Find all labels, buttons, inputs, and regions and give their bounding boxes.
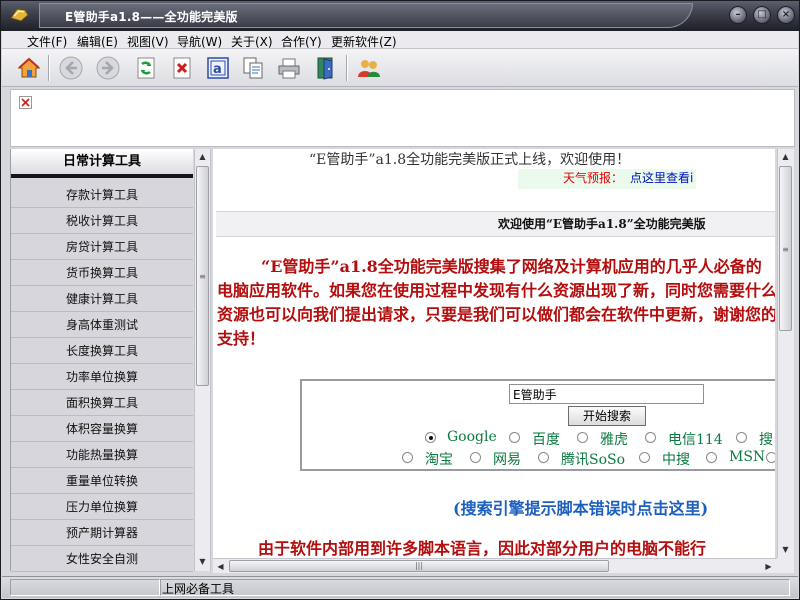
banner-area [10, 89, 795, 147]
toolbar-separator [346, 55, 348, 81]
scroll-up-icon[interactable]: ▲ [778, 149, 793, 164]
sidebar-scrollbar[interactable]: ▲ ≡ ▼ [194, 149, 211, 571]
content-vertical-scrollbar[interactable]: ▲ ≡ ▼ [777, 149, 794, 558]
content-panel: “E管助手”a1.8全功能完美版正式上线，欢迎使用！ 天气预报： 点这里查看i … [213, 149, 775, 558]
scroll-corner [777, 558, 794, 573]
app-logo-icon[interactable] [9, 6, 29, 24]
radio-soso[interactable] [538, 452, 549, 463]
sidebar-item-safety[interactable]: 女性安全自测 [11, 546, 193, 572]
menu-update[interactable]: 更新软件(Z) [331, 33, 397, 50]
scroll-down-icon[interactable]: ▼ [778, 542, 793, 557]
engine-label: 电信114 [668, 432, 723, 448]
sidebar: 日常计算工具 存款计算工具 税收计算工具 房贷计算工具 货币换算工具 健康计算工… [10, 149, 193, 572]
radio-taobao[interactable] [402, 452, 413, 463]
content-scroll-thumb[interactable]: ≡ [779, 166, 792, 331]
exit-icon[interactable] [313, 55, 339, 81]
refresh-icon[interactable] [133, 55, 159, 81]
welcome-message: “E管助手”a1.8全功能完美版正式上线，欢迎使用！ [309, 152, 631, 168]
sidebar-item-weight[interactable]: 重量单位转换 [11, 468, 193, 494]
sidebar-scroll-thumb[interactable]: ≡ [196, 166, 209, 386]
radio-msn[interactable] [706, 452, 717, 463]
sidebar-item-power[interactable]: 功率单位换算 [11, 364, 193, 390]
sidebar-item-deposit[interactable]: 存款计算工具 [11, 182, 193, 208]
sidebar-item-height-weight[interactable]: 身高体重测试 [11, 312, 193, 338]
sidebar-item-health[interactable]: 健康计算工具 [11, 286, 193, 312]
stop-icon[interactable] [169, 55, 195, 81]
engine-label: 中搜 [662, 452, 690, 468]
horizontal-scroll-thumb[interactable]: ||| [229, 560, 609, 572]
engine-label: 腾讯SoSo [561, 452, 626, 468]
scroll-right-icon[interactable]: ▶ [761, 559, 776, 574]
menu-view[interactable]: 视图(V) [127, 33, 169, 50]
scroll-left-icon[interactable]: ◀ [213, 559, 228, 574]
search-button[interactable]: 开始搜索 [568, 406, 646, 426]
sidebar-item-tax[interactable]: 税收计算工具 [11, 208, 193, 234]
weather-link[interactable]: 点这里查看i [630, 169, 693, 187]
radio-zhongsou[interactable] [639, 452, 650, 463]
banner-close-icon[interactable] [19, 96, 32, 109]
back-icon[interactable] [58, 55, 84, 81]
sidebar-item-heat[interactable]: 功能热量换算 [11, 442, 193, 468]
forward-icon[interactable] [95, 55, 121, 81]
toolbar: a [2, 49, 798, 87]
engine-label: 淘宝 [425, 452, 453, 468]
content-horizontal-scrollbar[interactable]: ◀ ||| ▶ [213, 558, 777, 573]
sidebar-item-length[interactable]: 长度换算工具 [11, 338, 193, 364]
print-icon[interactable] [276, 55, 302, 81]
menu-navigate[interactable]: 导航(W) [177, 33, 222, 50]
section-title: 欢迎使用“E管助手a1.8”全功能完美版 [216, 211, 775, 237]
radio-sou[interactable] [736, 432, 747, 443]
weather-label: 天气预报： [563, 171, 624, 185]
toolbar-separator [48, 55, 50, 81]
engine-label: 网易 [493, 452, 521, 468]
sidebar-header[interactable]: 日常计算工具 [11, 149, 193, 178]
scroll-up-icon[interactable]: ▲ [195, 149, 210, 164]
menu-about[interactable]: 关于(X) [231, 33, 273, 50]
menu-cooperate[interactable]: 合作(Y) [281, 33, 322, 50]
address-icon[interactable]: a [205, 55, 231, 81]
scroll-down-icon[interactable]: ▼ [195, 554, 210, 569]
sidebar-item-area[interactable]: 面积换算工具 [11, 390, 193, 416]
status-cell [160, 579, 790, 596]
status-text: 上网必备工具 [162, 582, 235, 596]
weather-bar: 天气预报： 点这里查看i [518, 169, 696, 189]
radio-baidu[interactable] [509, 432, 520, 443]
title-bar[interactable]: E管助手a1.8——全功能完美版 – □ × [1, 1, 799, 31]
script-error-link[interactable]: (搜索引擎提示脚本错误时点击这里) [453, 495, 708, 519]
copy-icon[interactable] [240, 55, 266, 81]
status-cell [10, 579, 160, 596]
engine-label: Google [447, 429, 497, 445]
users-icon[interactable] [356, 55, 382, 81]
status-bar: 上网必备工具 [2, 576, 798, 598]
search-input[interactable] [509, 384, 704, 404]
radio-yahoo[interactable] [577, 432, 588, 443]
home-icon[interactable] [16, 55, 42, 81]
sidebar-item-volume[interactable]: 体积容量换算 [11, 416, 193, 442]
sidebar-item-currency[interactable]: 货币换算工具 [11, 260, 193, 286]
engine-label: MSN [729, 449, 766, 465]
sidebar-item-pressure[interactable]: 压力单位换算 [11, 494, 193, 520]
intro-paragraph: “E管助手”a1.8全功能完美版搜集了网络及计算机应用的几乎人必备的电脑应用软件… [217, 257, 775, 348]
window-title: E管助手a1.8——全功能完美版 [65, 10, 238, 24]
menu-file[interactable]: 文件(F) [27, 33, 67, 50]
engine-label: 雅虎 [600, 432, 628, 448]
search-panel: 开始搜索 Google 百度 雅虎 电信114 搜 淘宝 网易 腾讯SoSo [300, 379, 775, 471]
engine-label: 百度 [532, 432, 560, 448]
minimize-button[interactable]: – [729, 6, 747, 24]
script-notice: 由于软件内部用到许多脚本语言，因此对部分用户的电脑不能行 [258, 539, 707, 558]
maximize-button[interactable]: □ [753, 6, 771, 24]
engine-label: 搜 [759, 432, 773, 448]
radio-netease[interactable] [470, 452, 481, 463]
sidebar-item-due-date[interactable]: 预产期计算器 [11, 520, 193, 546]
menu-bar: 文件(F) 编辑(E) 视图(V) 导航(W) 关于(X) 合作(Y) 更新软件… [2, 31, 798, 49]
menu-edit[interactable]: 编辑(E) [77, 33, 118, 50]
radio-google[interactable] [425, 432, 436, 443]
close-button[interactable]: × [777, 6, 795, 24]
radio-telecom114[interactable] [645, 432, 656, 443]
radio-more[interactable] [766, 452, 775, 463]
main-window: E管助手a1.8——全功能完美版 – □ × 文件(F) 编辑(E) 视图(V)… [0, 0, 800, 600]
sidebar-item-mortgage[interactable]: 房贷计算工具 [11, 234, 193, 260]
